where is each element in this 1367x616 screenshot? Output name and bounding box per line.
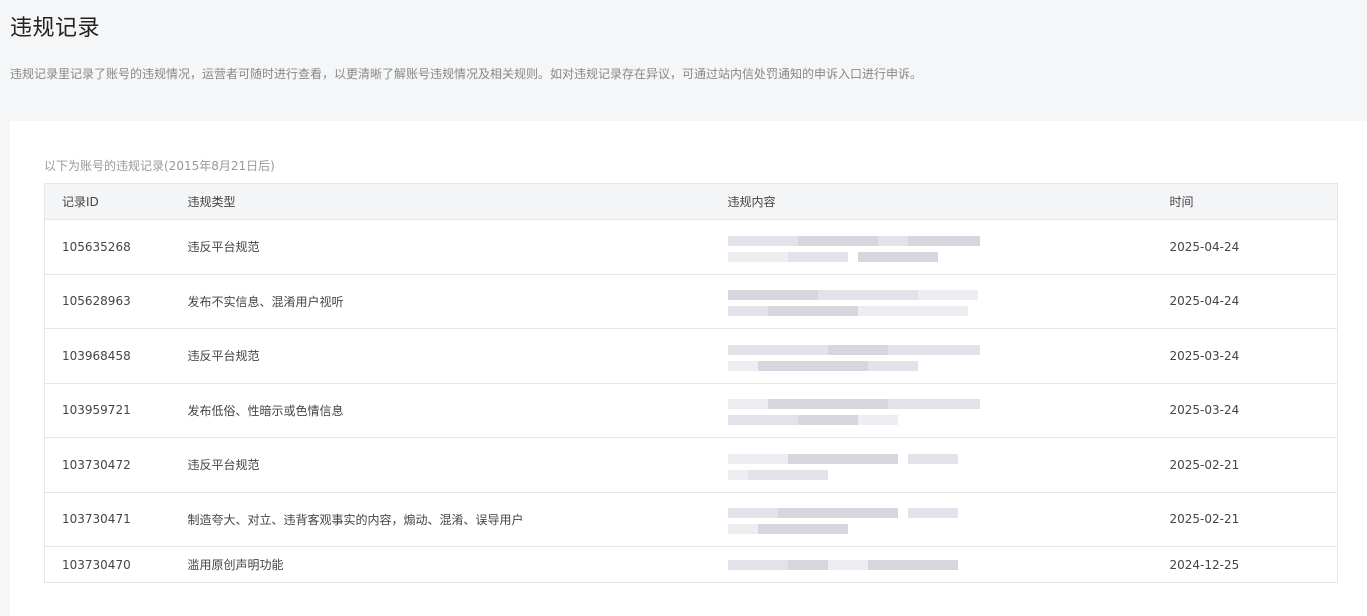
record-id: 103968458 [44, 328, 188, 384]
records-card: 以下为账号的违规记录(2015年8月21日后) 记录ID 违规类型 违规内容 时… [10, 121, 1367, 616]
violation-content [727, 382, 1170, 438]
records-subtitle: 以下为账号的违规记录(2015年8月21日后) [44, 159, 275, 173]
table-row: 103730472 违反平台规范 2025-02-21 [44, 437, 1338, 493]
redacted-content [727, 446, 980, 484]
violation-records-table: 记录ID 违规类型 违规内容 时间 105635268 违反平台规范 2025-… [44, 183, 1338, 583]
table-row: 103730471 制造夸大、对立、违背客观事实的内容，煽动、混淆、误导用户 2… [44, 491, 1338, 547]
record-id: 105628963 [44, 273, 188, 329]
violation-content [727, 328, 1170, 384]
page-title: 违规记录 [10, 16, 101, 41]
violation-type: 违反平台规范 [187, 437, 728, 493]
table-row: 105635268 违反平台规范 2025-04-24 [44, 219, 1338, 275]
redacted-content [727, 282, 980, 320]
record-time: 2025-04-24 [1169, 273, 1338, 329]
redacted-content [727, 500, 980, 538]
record-time: 2025-03-24 [1169, 382, 1338, 438]
violation-content [727, 437, 1170, 493]
violation-content [727, 546, 1170, 583]
violation-type: 发布低俗、性暗示或色情信息 [187, 382, 728, 438]
record-time: 2025-02-21 [1169, 437, 1338, 493]
record-id: 105635268 [44, 219, 188, 275]
column-header-content: 违规内容 [727, 183, 1170, 220]
record-id: 103730471 [44, 491, 188, 547]
violation-content [727, 273, 1170, 329]
column-header-type: 违规类型 [187, 183, 728, 220]
record-id: 103959721 [44, 382, 188, 438]
violation-content [727, 491, 1170, 547]
violation-type: 滥用原创声明功能 [187, 546, 728, 583]
redacted-content [727, 337, 980, 375]
violation-type: 发布不实信息、混淆用户视听 [187, 273, 728, 329]
redacted-content [727, 391, 980, 429]
page-description: 违规记录里记录了账号的违规情况，运营者可随时进行查看，以更清晰了解账号违规情况及… [10, 67, 923, 81]
violation-content [727, 219, 1170, 275]
violation-type: 违反平台规范 [187, 328, 728, 384]
table-row: 103968458 违反平台规范 2025-03-24 [44, 328, 1338, 384]
record-time: 2025-03-24 [1169, 328, 1338, 384]
table-row: 105628963 发布不实信息、混淆用户视听 2025-04-24 [44, 273, 1338, 329]
record-time: 2024-12-25 [1169, 546, 1338, 583]
table-row: 103959721 发布低俗、性暗示或色情信息 2025-03-24 [44, 382, 1338, 438]
column-header-id: 记录ID [44, 183, 188, 220]
violation-type: 违反平台规范 [187, 219, 728, 275]
violation-type: 制造夸大、对立、违背客观事实的内容，煽动、混淆、误导用户 [187, 491, 728, 547]
column-header-time: 时间 [1169, 183, 1338, 220]
table-row: 103730470 滥用原创声明功能 2024-12-25 [44, 546, 1338, 583]
record-id: 103730472 [44, 437, 188, 493]
record-time: 2025-02-21 [1169, 491, 1338, 547]
redacted-content [727, 228, 980, 266]
record-time: 2025-04-24 [1169, 219, 1338, 275]
table-header-row: 记录ID 违规类型 违规内容 时间 [44, 183, 1338, 220]
record-id: 103730470 [44, 546, 188, 583]
redacted-content [727, 554, 980, 576]
